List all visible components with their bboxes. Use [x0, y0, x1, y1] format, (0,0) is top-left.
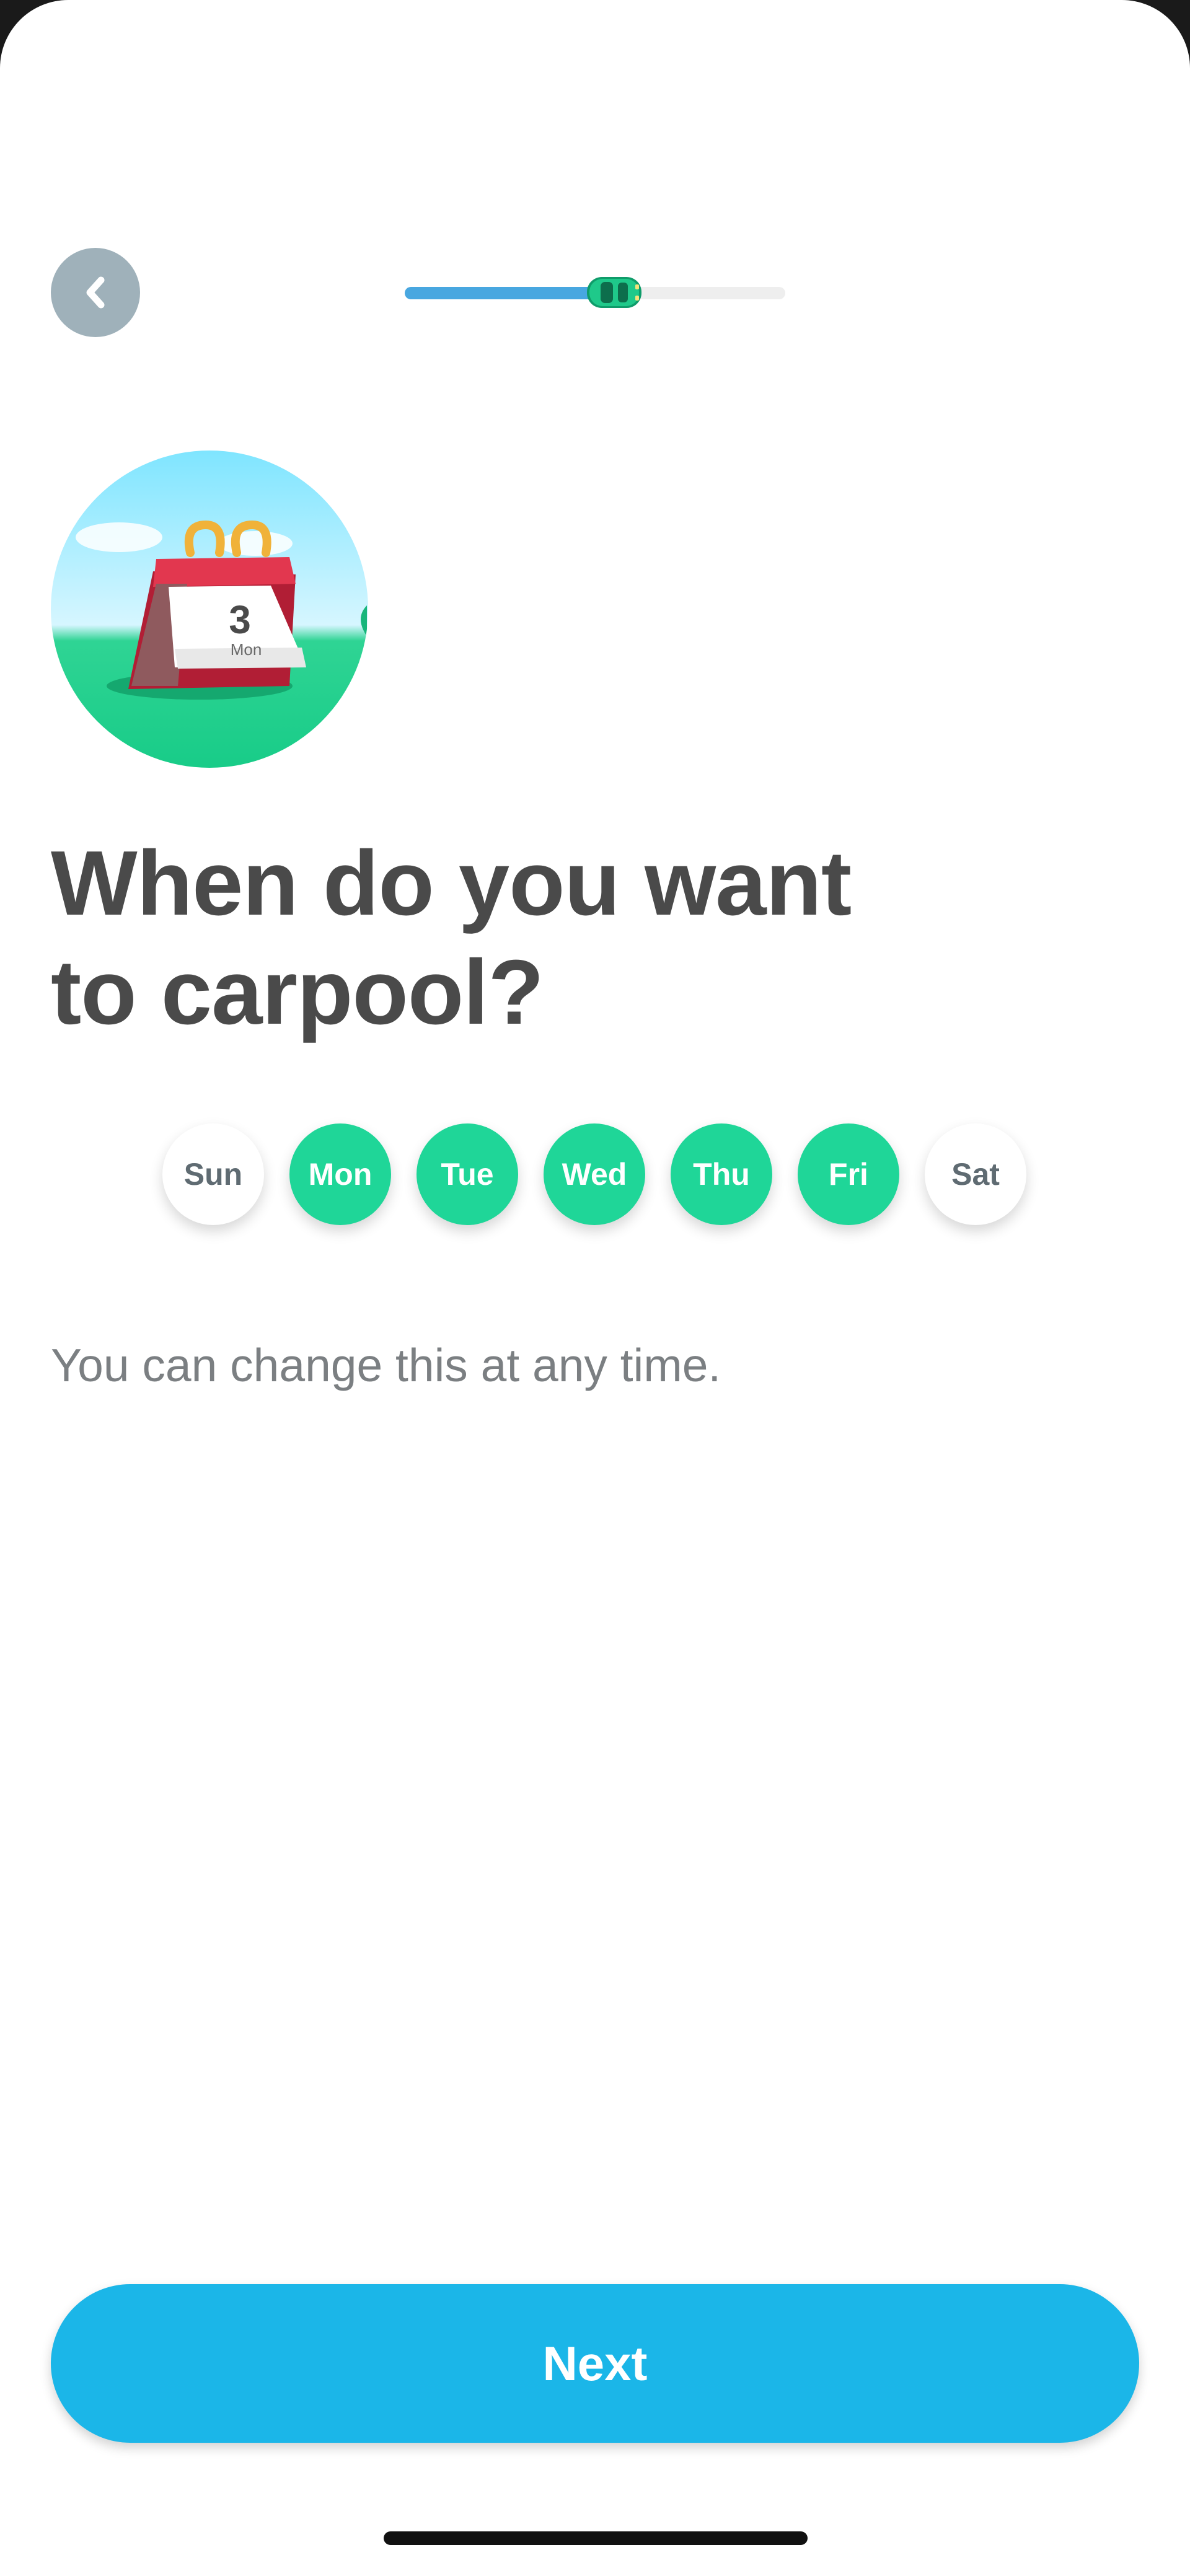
day-toggle-sat[interactable]: Sat	[925, 1123, 1026, 1225]
progress-fill	[405, 287, 614, 299]
helper-text: You can change this at any time.	[51, 1339, 721, 1391]
day-selector: Sun Mon Tue Wed Thu Fri Sat	[162, 1123, 1026, 1225]
calendar-day-text: 3	[229, 597, 251, 642]
car-icon	[587, 277, 641, 308]
progress-bar	[405, 277, 785, 308]
day-toggle-sun[interactable]: Sun	[162, 1123, 264, 1225]
chevron-left-icon	[86, 276, 105, 309]
calendar-icon: 3 Mon	[51, 451, 368, 768]
calendar-illustration: 3 Mon	[51, 451, 368, 768]
day-toggle-wed[interactable]: Wed	[544, 1123, 645, 1225]
screen: 3 Mon When do you want to carpool? Sun Mo…	[0, 0, 1190, 2576]
back-button[interactable]	[51, 248, 140, 337]
day-toggle-tue[interactable]: Tue	[416, 1123, 518, 1225]
day-toggle-thu[interactable]: Thu	[671, 1123, 772, 1225]
home-indicator	[384, 2531, 808, 2545]
day-toggle-fri[interactable]: Fri	[798, 1123, 899, 1225]
page-title: When do you want to carpool?	[51, 832, 852, 1044]
day-toggle-mon[interactable]: Mon	[289, 1123, 391, 1225]
calendar-weekday-text: Mon	[231, 640, 262, 659]
next-button[interactable]: Next	[51, 2284, 1139, 2443]
